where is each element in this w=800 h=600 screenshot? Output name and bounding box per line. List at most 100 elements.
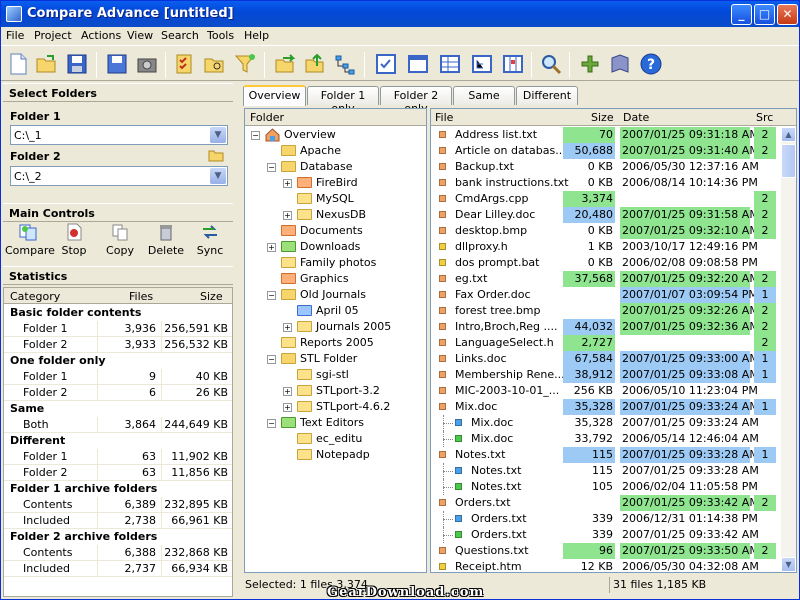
file-row[interactable]: Fax Order.doc 2007/01/07 03:09:54 PM 1 <box>431 287 781 303</box>
sync-label: Sync <box>196 244 224 257</box>
help-icon[interactable]: ? <box>639 52 663 76</box>
file-row[interactable]: Notes.txt 115 2007/01/25 09:33:28 AM 1 <box>431 447 781 463</box>
window-icon[interactable] <box>406 52 430 76</box>
columns-icon[interactable] <box>501 52 525 76</box>
search-icon[interactable] <box>539 52 563 76</box>
title-bar[interactable]: Compare Advance [untitled] _ □ ✕ <box>1 1 799 27</box>
tab-folder2-only[interactable]: Folder 2 only <box>380 86 452 115</box>
new-icon[interactable] <box>6 52 30 76</box>
file-row[interactable]: LanguageSelect.h 2,727 2 <box>431 335 781 351</box>
tab-overview[interactable]: Overview <box>243 85 306 106</box>
menu-search[interactable]: Search <box>161 29 199 42</box>
collapse-icon[interactable]: − <box>267 355 276 364</box>
expand-icon[interactable]: + <box>267 243 276 252</box>
copy-button[interactable]: Copy <box>97 223 143 263</box>
file-status-icon <box>455 419 462 426</box>
file-row[interactable]: dllproxy.h 1 KB 2003/10/17 12:49:16 PM <box>431 239 781 255</box>
camera-icon[interactable] <box>135 52 159 76</box>
file-row[interactable]: Address list.txt 70 2007/01/25 09:31:18 … <box>431 127 781 143</box>
col-date[interactable]: Date <box>623 111 649 124</box>
file-row[interactable]: CmdArgs.cpp 3,374 2 <box>431 191 781 207</box>
file-row[interactable]: Membership Rene... 38,912 2007/01/25 09:… <box>431 367 781 383</box>
copy-right-icon[interactable] <box>273 52 297 76</box>
maximize-button[interactable]: □ <box>754 4 775 25</box>
file-row[interactable]: Intro,Broch,Reg .... 44,032 2007/01/25 0… <box>431 319 781 335</box>
file-row[interactable]: Links.doc 67,584 2007/01/25 09:33:00 AM … <box>431 351 781 367</box>
menu-help[interactable]: Help <box>244 29 269 42</box>
compare-label: Compare <box>5 244 55 257</box>
save-project-icon[interactable] <box>105 52 129 76</box>
minimize-button[interactable]: _ <box>731 4 752 25</box>
file-row[interactable]: Dear Lilley.doc 20,480 2007/01/25 09:31:… <box>431 207 781 223</box>
expand-icon[interactable]: + <box>283 403 292 412</box>
filter-icon[interactable] <box>233 52 257 76</box>
file-row[interactable]: desktop.bmp 0 KB 2007/01/25 09:32:10 AM … <box>431 223 781 239</box>
chevron-down-icon[interactable]: ▼ <box>210 168 226 184</box>
tree-view-icon[interactable] <box>470 52 494 76</box>
collapse-icon[interactable]: − <box>267 291 276 300</box>
expand-icon[interactable]: + <box>283 387 292 396</box>
chevron-down-icon[interactable]: ▼ <box>210 127 226 143</box>
stat-files: 2,738 <box>124 514 157 527</box>
scroll-down-icon[interactable]: ▼ <box>781 557 796 572</box>
file-row[interactable]: Backup.txt 0 KB 2006/05/30 12:37:16 AM <box>431 159 781 175</box>
col-size[interactable]: Size <box>591 111 614 124</box>
file-row[interactable]: dos prompt.bat 0 KB 2006/02/08 09:08:58 … <box>431 255 781 271</box>
file-row[interactable]: Mix.doc 35,328 2007/01/25 09:33:24 AM <box>431 415 781 431</box>
col-src[interactable]: Src <box>756 111 773 124</box>
plugin-icon[interactable] <box>578 52 602 76</box>
stop-button[interactable]: Stop <box>51 223 97 263</box>
expand-icon[interactable]: + <box>283 323 292 332</box>
expand-icon[interactable]: + <box>283 179 292 188</box>
save-icon[interactable] <box>65 52 89 76</box>
folder2-combo[interactable]: C:\_2 ▼ <box>10 166 228 186</box>
close-button[interactable]: ✕ <box>777 4 798 25</box>
open-icon[interactable] <box>35 52 59 76</box>
scroll-up-icon[interactable]: ▲ <box>781 127 796 142</box>
col-file[interactable]: File <box>435 111 453 124</box>
file-row[interactable]: Orders.txt 339 2006/12/31 01:14:38 PM <box>431 511 781 527</box>
collapse-icon[interactable]: − <box>267 163 276 172</box>
menu-actions[interactable]: Actions <box>81 29 121 42</box>
menu-view[interactable]: View <box>127 29 153 42</box>
file-row[interactable]: Mix.doc 33,792 2006/05/14 12:46:04 AM <box>431 431 781 447</box>
sync-tree-icon[interactable] <box>333 52 357 76</box>
delete-button[interactable]: Delete <box>143 223 189 263</box>
collapse-icon[interactable]: − <box>267 419 276 428</box>
collapse-icon[interactable]: − <box>251 131 260 140</box>
select-icon[interactable] <box>374 52 398 76</box>
vertical-scrollbar[interactable]: ▲ ▼ <box>781 127 796 572</box>
file-list-header: File Size Date Src <box>431 109 796 126</box>
scroll-thumb[interactable] <box>781 144 796 178</box>
file-row[interactable]: Notes.txt 105 2006/02/04 11:05:58 PM <box>431 479 781 495</box>
expand-icon[interactable]: + <box>283 211 292 220</box>
file-row[interactable]: eg.txt 37,568 2007/01/25 09:32:20 AM 2 <box>431 271 781 287</box>
sync-button[interactable]: Sync <box>187 223 233 263</box>
book-icon[interactable] <box>608 52 632 76</box>
file-row[interactable]: Mix.doc 35,328 2007/01/25 09:33:24 AM 1 <box>431 399 781 415</box>
compare-button[interactable]: Compare <box>5 223 55 263</box>
folder-tree[interactable]: Folder − Overview Apache − Database + FireBird… <box>244 108 427 573</box>
tab-different[interactable]: Different <box>516 86 578 105</box>
tab-folder1-only[interactable]: Folder 1 only <box>307 86 379 115</box>
file-row[interactable]: Orders.txt 339 2007/01/25 09:33:42 AM <box>431 527 781 543</box>
folder1-combo[interactable]: C:\_1 ▼ <box>10 125 228 145</box>
file-row[interactable]: Notes.txt 115 2007/01/25 09:33:28 AM <box>431 463 781 479</box>
menu-file[interactable]: File <box>6 29 24 42</box>
file-row[interactable]: Article on databas... 50,688 2007/01/25 … <box>431 143 781 159</box>
file-list[interactable]: File Size Date Src Address list.txt 70 2… <box>430 108 797 573</box>
tab-same[interactable]: Same <box>453 86 515 105</box>
folder-browse-icon[interactable] <box>208 148 224 162</box>
folder-search-icon[interactable] <box>203 52 227 76</box>
file-row[interactable]: Receipt.htm 12 KB 2006/05/30 04:32:08 AM <box>431 559 781 572</box>
file-row[interactable]: MIC-2003-10-01_... 256 KB 2006/05/10 11:… <box>431 383 781 399</box>
file-row[interactable]: Questions.txt 96 2007/01/25 09:33:50 AM … <box>431 543 781 559</box>
menu-project[interactable]: Project <box>34 29 72 42</box>
grid-view-icon[interactable] <box>438 52 462 76</box>
file-row[interactable]: forest tree.bmp 2007/01/25 09:32:26 AM 2 <box>431 303 781 319</box>
checklist-icon[interactable] <box>173 52 197 76</box>
copy-up-icon[interactable] <box>303 52 327 76</box>
menu-tools[interactable]: Tools <box>207 29 234 42</box>
file-row[interactable]: bank instructions.txt 0 KB 2006/08/14 10… <box>431 175 781 191</box>
file-row[interactable]: Orders.txt 2007/01/25 09:33:42 AM 2 <box>431 495 781 511</box>
